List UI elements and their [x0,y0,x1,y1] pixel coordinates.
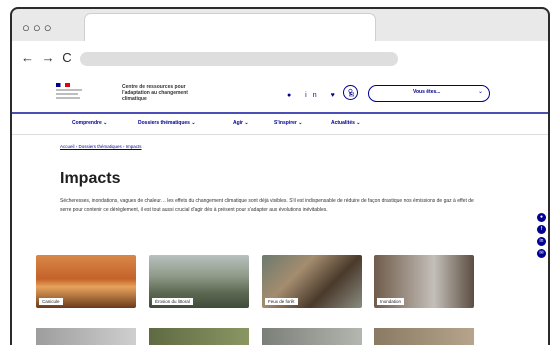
card-label: Canicule [39,298,63,305]
share-icon-1[interactable]: ● [537,213,546,222]
nav-item-comprendre[interactable]: Comprendre ⌄ [72,120,107,126]
search-icon: ⚲ [347,89,354,96]
chevron-down-icon: ⌄ [477,89,483,95]
linkedin-icon[interactable]: in [537,237,546,246]
browser-tab[interactable] [84,13,376,42]
main-navigation: Comprendre ⌄ Dossiers thématiques ⌄ Agir… [12,114,548,135]
card-label: Feux de forêt [265,298,298,305]
search-button[interactable]: ⚲ [343,85,358,100]
site-header: Centre de ressources pour l'adaptation a… [12,81,548,114]
share-bar: ● f in ✉ [537,213,547,261]
card-label: Inondation [377,298,405,305]
nav-item-agir[interactable]: Agir ⌄ [233,120,249,126]
card-row2-2[interactable] [149,328,249,345]
nav-item-sinspirer[interactable]: S'inspirer ⌄ [274,120,302,126]
browser-titlebar: ○○○ [12,9,548,42]
card-row2-4[interactable] [374,328,474,345]
address-bar[interactable] [80,52,398,66]
nav-arrows[interactable]: ← → C [21,50,74,65]
browser-toolbar: ← → C [12,41,548,81]
web-page: Centre de ressources pour l'adaptation a… [12,81,548,345]
card-row2-1[interactable] [36,328,136,345]
window-controls[interactable]: ○○○ [22,20,55,35]
site-name[interactable]: Centre de ressources pour l'adaptation a… [122,84,202,102]
page-intro: Sécheresses, inondations, vagues de chal… [60,198,474,213]
card-inondation[interactable]: Inondation [374,255,474,308]
government-logo[interactable] [56,83,90,109]
facebook-icon[interactable]: f [537,225,546,234]
mail-icon[interactable]: ✉ [537,249,546,258]
nav-item-dossiers[interactable]: Dossiers thématiques ⌄ [138,120,196,126]
browser-window: ○○○ ← → C Centre de ressources pour l'ad… [10,7,550,345]
flag-icon [56,83,70,87]
card-row2-3[interactable] [262,328,362,345]
profile-selector[interactable]: Vous êtes... ⌄ [368,85,490,102]
profile-selector-label: Vous êtes... [413,89,441,95]
card-feux[interactable]: Feux de forêt [262,255,362,308]
card-label: Érosion du littoral [152,298,193,305]
card-canicule[interactable]: Canicule [36,255,136,308]
page-title: Impacts [60,170,121,187]
nav-item-actualites[interactable]: Actualités ⌄ [331,120,360,126]
card-erosion[interactable]: Érosion du littoral [149,255,249,308]
breadcrumb[interactable]: Accueil › Dossiers thématiques › Impacts [60,144,142,149]
